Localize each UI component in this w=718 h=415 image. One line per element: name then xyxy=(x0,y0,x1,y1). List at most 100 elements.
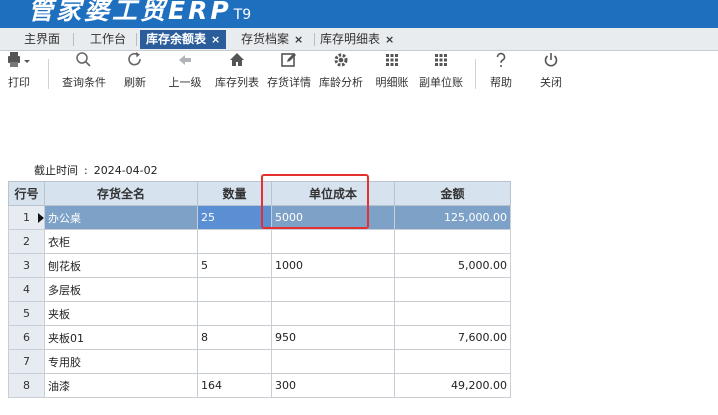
cutoff-label: 截止时间 xyxy=(34,164,78,177)
tab-inventory-archive[interactable]: 存货档案 × xyxy=(235,30,309,49)
table-row[interactable]: 4 多层板 xyxy=(8,277,511,302)
close-icon[interactable]: × xyxy=(294,33,303,46)
search-icon xyxy=(60,51,108,75)
tab-label: 存货档案 xyxy=(241,32,290,46)
stock-detail-button[interactable]: 存货详情 xyxy=(264,51,314,99)
ledger-button[interactable]: 明细账 xyxy=(372,51,412,99)
name-cell[interactable]: 衣柜 xyxy=(44,229,198,254)
table-row[interactable]: 3 刨花板 5 1000 5,000.00 xyxy=(8,253,511,278)
query-label: 查询条件 xyxy=(62,76,106,89)
table-row[interactable]: 8 油漆 164 300 49,200.00 xyxy=(8,373,511,398)
close-icon[interactable]: × xyxy=(211,33,220,46)
table-row[interactable]: 7 专用胶 xyxy=(8,349,511,374)
tab-home[interactable]: 主界面 xyxy=(18,30,66,49)
unit-cost-cell[interactable] xyxy=(271,349,395,374)
name-cell[interactable]: 夹板01 xyxy=(44,325,198,350)
stock-list-button[interactable]: 库存列表 xyxy=(212,51,262,99)
sub-unit-ledger-button[interactable]: 副单位账 xyxy=(416,51,466,99)
refresh-label: 刷新 xyxy=(124,76,146,89)
close-label: 关闭 xyxy=(540,76,562,89)
tab-divider xyxy=(73,33,74,46)
aging-analysis-button[interactable]: 库龄分析 xyxy=(316,51,366,99)
name-cell[interactable]: 刨花板 xyxy=(44,253,198,278)
cutoff-colon: : xyxy=(84,164,88,177)
grid-icon xyxy=(372,51,412,75)
qty-cell[interactable] xyxy=(197,277,272,302)
up-level-button[interactable]: 上一级 xyxy=(166,51,204,99)
help-label: 帮助 xyxy=(490,76,512,89)
name-cell[interactable]: 油漆 xyxy=(44,373,198,398)
gear-icon xyxy=(316,51,366,75)
row-number-cell[interactable]: 3 xyxy=(8,253,45,278)
tab-inventory-balance[interactable]: 库存余额表 × xyxy=(140,30,227,49)
tab-inventory-detail[interactable]: 库存明细表 × xyxy=(314,30,400,49)
brand-name: 管家婆工贸ERP xyxy=(28,0,232,25)
row-number-cell[interactable]: 6 xyxy=(8,325,45,350)
toolbar-divider xyxy=(48,59,49,89)
arrow-left-icon xyxy=(166,51,204,75)
amount-cell[interactable]: 125,000.00 xyxy=(394,205,511,230)
inventory-balance-table: 行号 存货全名 数量 单位成本 金额 1 办公桌 25 5000 125,000… xyxy=(8,181,511,398)
amount-cell[interactable] xyxy=(394,349,511,374)
refresh-button[interactable]: 刷新 xyxy=(120,51,150,99)
amount-cell[interactable] xyxy=(394,301,511,326)
toolbar: 打印 查询条件 刷新 上一级 库存列表 存货详情 库龄分析 明细账 副单位账 帮… xyxy=(0,51,718,99)
qty-cell[interactable]: 5 xyxy=(197,253,272,278)
close-button[interactable]: 关闭 xyxy=(536,51,566,99)
cutoff-value: 2024-04-02 xyxy=(93,164,158,177)
name-cell[interactable]: 办公桌 xyxy=(44,205,198,230)
name-cell[interactable]: 专用胶 xyxy=(44,349,198,374)
amount-cell[interactable]: 5,000.00 xyxy=(394,253,511,278)
qty-cell[interactable]: 164 xyxy=(197,373,272,398)
ledger-label: 明细账 xyxy=(375,76,409,89)
row-number-cell[interactable]: 8 xyxy=(8,373,45,398)
qty-cell[interactable] xyxy=(197,301,272,326)
table-header-row: 行号 存货全名 数量 单位成本 金额 xyxy=(8,181,511,206)
print-button[interactable]: 打印 xyxy=(2,51,36,99)
table-row[interactable]: 6 夹板01 8 950 7,600.00 xyxy=(8,325,511,350)
tab-label: 工作台 xyxy=(90,32,127,46)
close-icon[interactable]: × xyxy=(385,33,394,46)
name-cell[interactable]: 夹板 xyxy=(44,301,198,326)
tab-label: 库存明细表 xyxy=(320,32,381,46)
tab-divider xyxy=(136,33,137,46)
tab-label: 库存余额表 xyxy=(146,32,207,46)
unit-cost-cell[interactable] xyxy=(271,277,395,302)
unit-cost-cell[interactable]: 300 xyxy=(271,373,395,398)
header-name[interactable]: 存货全名 xyxy=(44,181,198,206)
help-icon xyxy=(486,51,516,75)
amount-cell[interactable]: 7,600.00 xyxy=(394,325,511,350)
unit-cost-cell[interactable]: 950 xyxy=(271,325,395,350)
table-row[interactable]: 2 衣柜 xyxy=(8,229,511,254)
row-number: 1 xyxy=(23,211,30,224)
row-number-cell[interactable]: 7 xyxy=(8,349,45,374)
amount-cell[interactable] xyxy=(394,229,511,254)
stock-list-label: 库存列表 xyxy=(215,76,259,89)
row-number-cell[interactable]: 1 xyxy=(8,205,45,230)
table-row[interactable]: 5 夹板 xyxy=(8,301,511,326)
unit-cost-cell[interactable]: 1000 xyxy=(271,253,395,278)
row-number-cell[interactable]: 5 xyxy=(8,301,45,326)
help-button[interactable]: 帮助 xyxy=(486,51,516,99)
unit-cost-cell[interactable] xyxy=(271,301,395,326)
app-title-banner: 管家婆工贸ERP T9 xyxy=(0,0,718,28)
header-row-no[interactable]: 行号 xyxy=(8,181,45,206)
brand-version: T9 xyxy=(233,7,252,23)
tab-workbench[interactable]: 工作台 xyxy=(84,30,132,49)
qty-cell[interactable] xyxy=(197,229,272,254)
header-amount[interactable]: 金额 xyxy=(394,181,511,206)
annotation-highlight-box xyxy=(261,174,369,229)
row-number-cell[interactable]: 2 xyxy=(8,229,45,254)
query-conditions-button[interactable]: 查询条件 xyxy=(60,51,108,99)
amount-cell[interactable] xyxy=(394,277,511,302)
tab-bar: 主界面 工作台 库存余额表 × 存货档案 × 库存明细表 × xyxy=(0,28,718,51)
printer-icon xyxy=(2,51,36,75)
qty-cell[interactable]: 8 xyxy=(197,325,272,350)
table-row[interactable]: 1 办公桌 25 5000 125,000.00 xyxy=(8,205,511,230)
unit-cost-cell[interactable] xyxy=(271,229,395,254)
qty-cell[interactable] xyxy=(197,349,272,374)
sub-ledger-label: 副单位账 xyxy=(419,76,463,89)
name-cell[interactable]: 多层板 xyxy=(44,277,198,302)
amount-cell[interactable]: 49,200.00 xyxy=(394,373,511,398)
row-number-cell[interactable]: 4 xyxy=(8,277,45,302)
